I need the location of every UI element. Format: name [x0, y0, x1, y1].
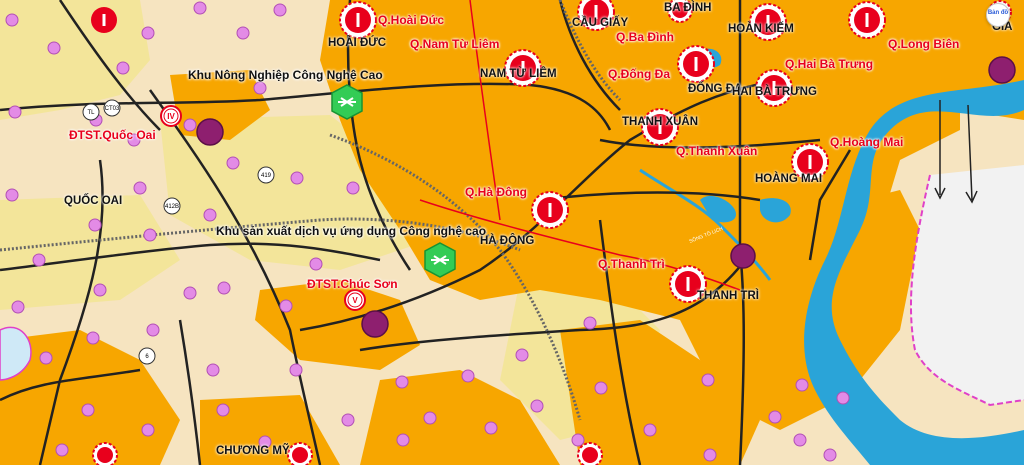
road-shield-ct03: CT03: [105, 106, 120, 112]
marker-v: V: [352, 296, 358, 305]
zone-khu-san-xuat: Khu sản xuất dịch vụ ứng dụng Công nghệ …: [216, 224, 487, 238]
area-nam-tu-liem: NAM TỪ LIÊM: [480, 68, 557, 80]
label-dtst-chuc-son: ĐTST.Chúc Sơn: [307, 277, 398, 291]
road-shield-412b: 412B: [165, 204, 179, 210]
area-hoang-mai: HOÀNG MAI: [755, 173, 823, 185]
label-q-long-bien: Q.Long Biên: [888, 37, 960, 51]
label-q-hoai-duc: Q.Hoài Đức: [378, 13, 445, 27]
area-thanh-tri: THANH TRÌ: [697, 290, 759, 302]
label-q-ba-dinh: Q.Ba Đình: [616, 30, 675, 44]
marker-iv: IV: [167, 112, 175, 121]
label-q-hoang-mai: Q.Hoàng Mai: [830, 135, 904, 149]
label-q-ha-dong: Q.Hà Đông: [465, 185, 527, 199]
label-q-nam-tu-liem: Q.Nam Từ Liêm: [410, 37, 500, 51]
area-quoc-oai: QUỐC OAI: [64, 195, 123, 207]
area-hai-ba-trung: HAI BÀ TRƯNG: [732, 86, 817, 98]
area-chuong-my: CHƯƠNG MỸ: [216, 445, 290, 457]
area-hoai-duc: HOÀI ĐỨC: [328, 37, 387, 49]
label-q-hai-ba-trung: Q.Hai Bà Trưng: [785, 57, 874, 71]
zoom-globe-icon: Bản đồ: [987, 10, 1009, 16]
label-q-dong-da: Q.Đống Đa: [608, 67, 670, 81]
label-q-thanh-tri: Q.Thanh Trì: [598, 257, 665, 271]
road-shield-419: 419: [261, 173, 272, 179]
area-ba-dinh: BA ĐÌNH: [664, 2, 712, 14]
label-q-thanh-xuan: Q.Thanh Xuân: [676, 144, 758, 158]
label-dtst-quoc-oai: ĐTST.Quốc Oai: [69, 128, 156, 142]
area-cau-giay: CẦU GIẤY: [572, 17, 629, 29]
zoom-control-button[interactable]: Bản đồ: [986, 3, 1010, 27]
planning-map[interactable]: TL CT03 419 412B 6 IV V SÔNG TÔ LỊCH Q.H…: [0, 0, 1024, 465]
area-thanh-xuan: THANH XUÂN: [622, 116, 699, 128]
zone-khu-nong-nghiep: Khu Nông Nghiệp Công Nghệ Cao: [188, 68, 383, 82]
area-ha-dong: HÀ ĐÔNG: [480, 235, 535, 247]
area-hoan-kiem: HOÀN KIẾM: [728, 23, 794, 35]
road-shield-tl: TL: [87, 110, 95, 116]
